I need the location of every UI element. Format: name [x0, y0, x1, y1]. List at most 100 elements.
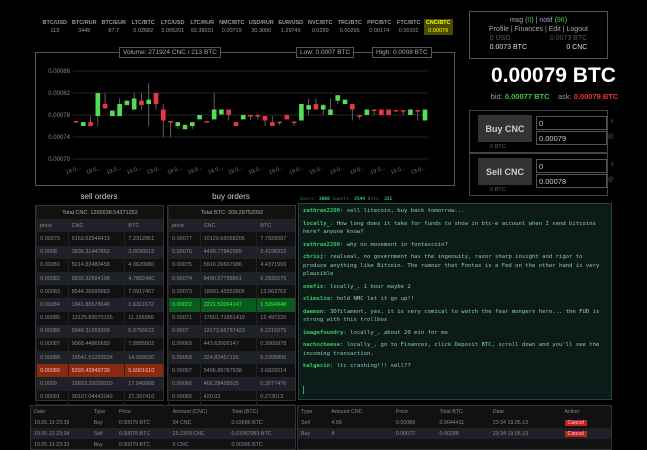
order-row[interactable]: 0.00076 4499.77842985 3.4198315 [168, 245, 295, 259]
order-row[interactable]: 0.00069 443.62000147 0.3060978 [168, 337, 295, 352]
order-cell: 7.2312851 [124, 232, 163, 246]
ticker-pair-name: TRC/BTC [337, 20, 362, 26]
messages-link[interactable]: msg (0 [510, 17, 531, 24]
logout-link[interactable]: Logout [567, 26, 588, 33]
chat-input-cursor[interactable] [303, 386, 304, 394]
ticker-pair-value: 87.7 [108, 28, 120, 34]
ticker-pair[interactable]: EUR/USD 1.29749 [276, 19, 306, 35]
chat-text: : locally_, go to Finances, click Deposi… [303, 342, 600, 357]
notifications-link[interactable]: ) | notif (96) [531, 17, 567, 24]
order-row[interactable]: 0.00073 18991.45553805 13.863762 [168, 285, 295, 299]
ticker-pair[interactable]: USD/RUR 30.3000 [247, 19, 277, 35]
buy-button[interactable]: Buy CNC [478, 115, 532, 142]
chat-username[interactable]: onefix [303, 284, 323, 290]
header-row: price CNC BTC [168, 219, 295, 233]
ticker-pair[interactable]: CNC/BTC 0.00079 [423, 19, 453, 35]
order-cell: 0.00083 [36, 285, 69, 299]
order-row[interactable]: 0.00071 17601.71851419 12.497220 [168, 311, 295, 325]
candle-up [240, 115, 246, 120]
chat-username[interactable]: zathran2200 [303, 208, 340, 214]
order-row[interactable]: 0.00072 2221.52064147 1.5994948 [168, 298, 295, 312]
order-row[interactable]: 0.00091 30107.04442042 27.397410 [36, 390, 163, 404]
order-row[interactable]: 0.0009 19833.32039153 17.849988 [36, 377, 163, 391]
chat-username[interactable]: kalgecin [303, 363, 330, 369]
sell-button[interactable]: Sell CNC [478, 158, 532, 185]
x-tick-label: 19.0... [390, 165, 407, 176]
chat-username[interactable]: locally_ [303, 221, 330, 227]
order-cell: 19833.32039153 [67, 377, 125, 391]
table-cell: Cancel [561, 428, 611, 439]
ticker-pair-name: PPC/BTC [367, 20, 392, 26]
candle-up [364, 109, 370, 115]
ticker-pair[interactable]: TRC/BTC 0.00295 [335, 19, 365, 35]
table-cell: 23:34 19.05.13 [489, 428, 562, 439]
order-row[interactable]: 0.00077 10120.66068206 7.7929087 [168, 232, 295, 246]
candle-up [211, 109, 217, 120]
cancel-order-button[interactable]: Cancel [564, 430, 587, 437]
ticker-pair-name: EUR/USD [278, 20, 304, 26]
table-cell: 5 CNC [172, 441, 189, 448]
order-row[interactable]: 0.00081 5014.82480458 4.0620080 [36, 258, 163, 272]
order-row[interactable]: 0.00065 420.02 0.273013 [168, 390, 295, 404]
ticker-pair[interactable]: LTC/BTC 0.02682 [129, 19, 159, 35]
ticker-pair[interactable]: NVC/BTC 0.0299 [306, 19, 336, 35]
ticker-pair[interactable]: BTC/RUR 3445 [70, 19, 100, 35]
candle-up [197, 115, 202, 120]
ticker-pair-value: 0.00295 [339, 28, 360, 34]
chat-username[interactable]: slimslim [303, 296, 330, 302]
balance-cnc: 0 CNC [566, 44, 588, 51]
order-row[interactable]: 0.00084 1941.86578646 1.6311672 [36, 298, 163, 312]
order-cell: 8490.57788861 [199, 271, 257, 286]
order-row[interactable]: 0.00067 5496.86787938 3.6829014 [168, 364, 295, 378]
order-cell: 0.00082 [36, 271, 69, 286]
order-row[interactable]: 0.0008 3836.31447862 3.0690515 [36, 245, 163, 259]
buy-price-input[interactable] [536, 131, 607, 145]
order-row[interactable]: 0.00086 6948.31659309 5.9755522 [36, 324, 163, 338]
chat-username[interactable]: nachocheese [303, 342, 340, 348]
order-row[interactable]: 0.00085 13125.83070155 11.156956 [36, 311, 163, 325]
ticker-pair[interactable]: NMC/BTC 0.00719 [217, 19, 247, 35]
ticker-pair[interactable]: LTC/RUR 92.38201 [188, 19, 218, 35]
ticker-pair[interactable]: FTC/BTC 0.00102 [394, 19, 424, 35]
order-row[interactable]: 0.0007 13173.66787423 9.2215675 [168, 324, 295, 338]
ticker-pair-value: 3.005201 [161, 28, 185, 34]
order-cell: 16541.51203934 [67, 351, 125, 365]
finances-link[interactable]: Finances [515, 26, 543, 33]
order-cell: 0.00066 [168, 377, 201, 391]
chat-username[interactable]: daemon [303, 309, 323, 315]
chat-username[interactable]: zathran2200 [303, 242, 340, 248]
ticker-pair[interactable]: LTC/USD 3.005201 [158, 19, 188, 35]
ticker-pair[interactable]: BTC/EUR 87.7 [99, 19, 129, 35]
order-row[interactable]: 0.00082 5839.32694198 4.7882480 [36, 271, 163, 286]
chat-username[interactable]: imagefoundry [303, 330, 343, 336]
order-row[interactable]: 0.00088 16541.51203934 14.556530 [36, 351, 163, 365]
sell-price-input[interactable] [536, 174, 607, 188]
order-row[interactable]: 0.00075 5916.26667986 4.4371999 [168, 258, 295, 272]
order-row[interactable]: 0.00074 8490.57788861 6.2830275 [168, 271, 295, 286]
column-header: price [168, 219, 201, 233]
order-row[interactable]: 0.00089 6393.43949739 5.6901610 [36, 364, 163, 378]
ticker-pair[interactable]: BTC/USD 113 [40, 19, 70, 35]
cancel-order-button[interactable]: Cancel [564, 419, 587, 426]
x-tick-label: 19.0... [329, 165, 346, 176]
order-row[interactable]: 0.00066 466.28428925 0.3077476 [168, 377, 295, 391]
ticker-pair[interactable]: PPC/BTC 0.00174 [365, 19, 395, 35]
buy-amount-input[interactable] [536, 116, 607, 130]
candle-down [291, 121, 297, 124]
order-row[interactable]: 0.00083 8544.26599883 7.0917407 [36, 285, 163, 299]
order-row[interactable]: 0.00068 324.82457126 0.2208806 [168, 351, 295, 365]
order-row[interactable]: 0.00079 9153.52546413 7.2312851 [36, 232, 163, 246]
sell-orders-title: sell orders [80, 192, 118, 201]
sell-amount-input[interactable] [536, 159, 607, 173]
column-header: BTC [256, 219, 295, 233]
profile-link[interactable]: Profile [489, 26, 509, 33]
candle-down [393, 110, 399, 112]
trollbox-chat[interactable]: zathran2200: sell litecoin, buy back tom… [298, 203, 612, 400]
edit-link[interactable]: Edit [549, 26, 561, 33]
chat-username[interactable]: chrisj [303, 254, 323, 260]
x-tick-label: 19.0... [288, 165, 305, 176]
chat-message: imagefoundry: locally_, about 20 min for… [303, 329, 607, 338]
order-row[interactable]: 0.00087 9068.44865683 7.8895502 [36, 337, 163, 352]
table-cell: 0.00078 BTC [115, 428, 170, 439]
x-tick-label: 19.0... [187, 165, 204, 176]
